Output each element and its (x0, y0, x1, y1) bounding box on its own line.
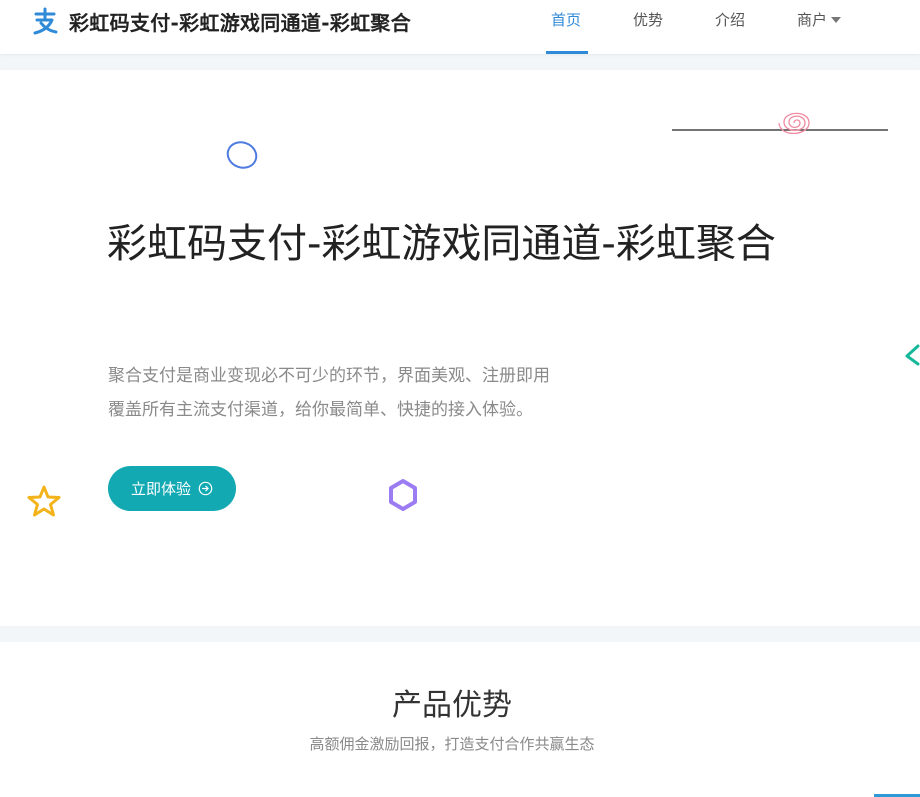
hero-description: 聚合支付是商业变现必不可少的环节，界面美观、注册即用 覆盖所有主流支付渠道，给你… (108, 359, 668, 427)
hero-title: 彩虹码支付-彩虹游戏同通道-彩虹聚合 (107, 221, 776, 267)
hero-section: 彩虹码支付-彩虹游戏同通道-彩虹聚合 聚合支付是商业变现必不可少的环节，界面美观… (0, 70, 920, 626)
try-now-button[interactable]: 立即体验 (108, 466, 236, 511)
chevron-down-icon (831, 17, 842, 23)
brand-name: 彩虹码支付-彩虹游戏同通道-彩虹聚合 (69, 10, 412, 35)
chevron-left-icon (905, 344, 920, 366)
features-section: 产品优势 高额佣金激励回报，打造支付合作共赢生态 (0, 642, 920, 797)
nav-home[interactable]: 首页 (551, 0, 581, 54)
nav-merchant-label: 商户 (797, 11, 828, 29)
spiral-line-icon (672, 112, 888, 135)
star-outline-icon (27, 485, 61, 517)
try-now-label: 立即体验 (130, 480, 191, 498)
features-title: 产品优势 (392, 688, 512, 723)
nav-advantages[interactable]: 优势 (633, 0, 663, 54)
hexagon-outline-icon (389, 479, 417, 511)
navbar: 彩虹码支付-彩虹游戏同通道-彩虹聚合 首页 优势 介绍 商户 (0, 0, 920, 54)
brand[interactable]: 彩虹码支付-彩虹游戏同通道-彩虹聚合 (30, 6, 411, 36)
nav-intro[interactable]: 介绍 (715, 0, 745, 54)
hero-description-line-1: 聚合支付是商业变现必不可少的环节，界面美观、注册即用 (108, 366, 550, 386)
active-nav-indicator (546, 51, 588, 54)
arrow-right-circle-icon (198, 481, 213, 496)
nav-merchant[interactable]: 商户 (797, 0, 842, 54)
circle-outline-icon (226, 141, 258, 169)
hero-description-line-2: 覆盖所有主流支付渠道，给你最简单、快捷的接入体验。 (108, 400, 533, 420)
alipay-logo-icon (33, 7, 58, 35)
features-subtitle: 高额佣金激励回报，打造支付合作共赢生态 (309, 735, 595, 753)
